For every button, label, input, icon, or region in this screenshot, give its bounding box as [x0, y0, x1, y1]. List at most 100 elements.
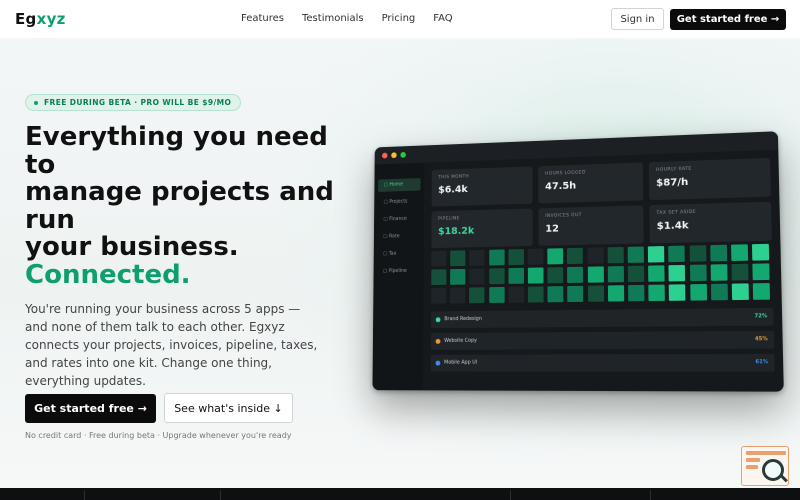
stat-label: THIS MONTH	[438, 174, 470, 181]
heatmap-cell	[731, 283, 749, 301]
stat-label: PIPELINE	[438, 216, 460, 222]
heatmap-cell	[648, 246, 665, 263]
heatmap-cell	[689, 283, 707, 301]
badge-dot-icon	[34, 100, 38, 105]
heatmap-cell	[607, 266, 624, 283]
project-status-dot-icon	[435, 360, 441, 366]
heatmap-cell	[627, 265, 645, 283]
divider	[220, 490, 221, 500]
heatmap-cell	[607, 285, 624, 302]
heatmap-cell	[731, 263, 749, 281]
divider	[510, 490, 511, 500]
heatmap-cell	[710, 264, 728, 281]
stat-card: PIPELINE $18.2k	[431, 208, 533, 249]
minimize-dot-icon	[391, 152, 397, 159]
heatmap-cell	[587, 247, 604, 264]
nav-link-faq[interactable]: FAQ	[433, 13, 452, 24]
heatmap-cell	[669, 284, 686, 301]
heatmap-cell	[527, 286, 544, 303]
stat-label: INVOICES OUT	[545, 213, 582, 219]
project-row[interactable]: Brand Redesign 72%	[431, 307, 774, 329]
nav-links: Features Testimonials Pricing FAQ	[241, 13, 471, 24]
sidebar-item-home[interactable]: ▢ Home	[378, 178, 421, 192]
heatmap-cell	[752, 283, 771, 300]
project-percent: 72%	[754, 313, 768, 320]
stat-card: INVOICES OUT 12	[538, 205, 644, 246]
heatmap-cell	[547, 248, 564, 265]
heatmap-cell	[469, 249, 485, 266]
sidebar-item-tax[interactable]: ▢ Tax	[377, 247, 420, 260]
stat-label: HOURLY RATE	[655, 166, 692, 173]
logo-accent: xyz	[36, 10, 66, 28]
heatmap-cell	[508, 249, 524, 266]
project-name: Mobile App UI	[444, 359, 478, 366]
magnifier-widget-icon[interactable]	[741, 446, 789, 486]
project-name: Brand Redesign	[444, 315, 482, 323]
stat-value: $6.4k	[438, 184, 468, 196]
project-percent: 61%	[755, 359, 769, 366]
stat-value: $87/h	[656, 176, 689, 189]
project-row[interactable]: Website Copy 45%	[430, 330, 775, 350]
logo[interactable]: Egxyz	[15, 10, 66, 28]
heatmap-cell	[431, 269, 447, 286]
heatmap-cell	[752, 243, 770, 261]
widget-bar	[746, 458, 760, 462]
widget-bar	[746, 465, 758, 469]
magnifier-handle-icon	[780, 474, 788, 483]
get-started-button[interactable]: Get started free →	[25, 394, 156, 423]
project-status-dot-icon	[435, 317, 441, 323]
sign-in-button[interactable]: Sign in	[611, 8, 664, 30]
nav-link-testimonials[interactable]: Testimonials	[302, 13, 364, 24]
stat-value: 47.5h	[545, 180, 577, 193]
heatmap-cell	[527, 267, 544, 284]
heatmap-cell	[668, 245, 686, 263]
stat-label: HOURS LOGGED	[545, 170, 586, 177]
nav-link-features[interactable]: Features	[241, 13, 284, 24]
project-row[interactable]: Mobile App UI 61%	[430, 353, 775, 372]
heatmap-cell	[469, 268, 485, 285]
heatmap-cell	[567, 247, 584, 265]
sidebar-item-rate[interactable]: ▢ Rate	[378, 230, 421, 244]
sidebar-item-projects[interactable]: ▢ Projects	[378, 195, 421, 209]
maximize-dot-icon	[400, 151, 406, 158]
heatmap-cell	[431, 287, 447, 304]
close-dot-icon	[382, 152, 388, 159]
heatmap-cell	[488, 286, 505, 303]
stat-value: $1.4k	[656, 220, 689, 233]
heatmap-cell	[689, 264, 707, 282]
heatmap-cell	[488, 249, 505, 266]
heatmap-cell	[710, 283, 728, 301]
heatmap-cell	[508, 267, 524, 284]
sidebar-item-pipeline[interactable]: ▢ Pipeline	[377, 265, 420, 278]
nav-link-pricing[interactable]: Pricing	[382, 13, 416, 24]
headline-line-2: to	[25, 149, 56, 180]
hero-headline: Everything you need to manage projects a…	[25, 123, 335, 290]
heatmap-cell	[648, 284, 666, 302]
logo-main: Eg	[15, 10, 37, 28]
nav-get-started-button[interactable]: Get started free →	[670, 9, 786, 30]
sidebar-item-finance[interactable]: ▢ Finance	[378, 213, 421, 227]
headline-line-4: run	[25, 204, 75, 235]
stat-value: 12	[545, 223, 559, 235]
project-name: Website Copy	[444, 337, 477, 344]
headline-accent: Connected.	[25, 259, 191, 290]
heatmap-cell	[547, 286, 564, 303]
headline-line-3: manage projects and	[25, 177, 334, 207]
divider	[650, 490, 651, 500]
see-inside-button[interactable]: See what's inside ↓	[164, 393, 293, 423]
stat-card: HOURS LOGGED 47.5h	[538, 162, 644, 204]
stat-value: $18.2k	[438, 225, 475, 238]
heatmap-cell	[628, 284, 645, 302]
heatmap-cell	[710, 244, 727, 262]
heatmap-cell	[607, 246, 624, 264]
headline-line-5: your business.	[25, 232, 239, 262]
heatmap-cell	[450, 287, 466, 304]
stat-card: TAX SET ASIDE $1.4k	[649, 201, 772, 244]
badge-text: FREE DURING BETA · PRO WILL BE $9/MO	[44, 98, 232, 107]
heatmap-cell	[567, 266, 584, 284]
stat-label: TAX SET ASIDE	[656, 209, 697, 217]
heatmap-cell	[488, 268, 505, 285]
dashboard-window: ▢ Home ▢ Projects ▢ Finance ▢ Rate ▢ Tax…	[372, 131, 784, 392]
heatmap-cell	[587, 285, 604, 302]
heatmap-cell	[431, 250, 447, 267]
